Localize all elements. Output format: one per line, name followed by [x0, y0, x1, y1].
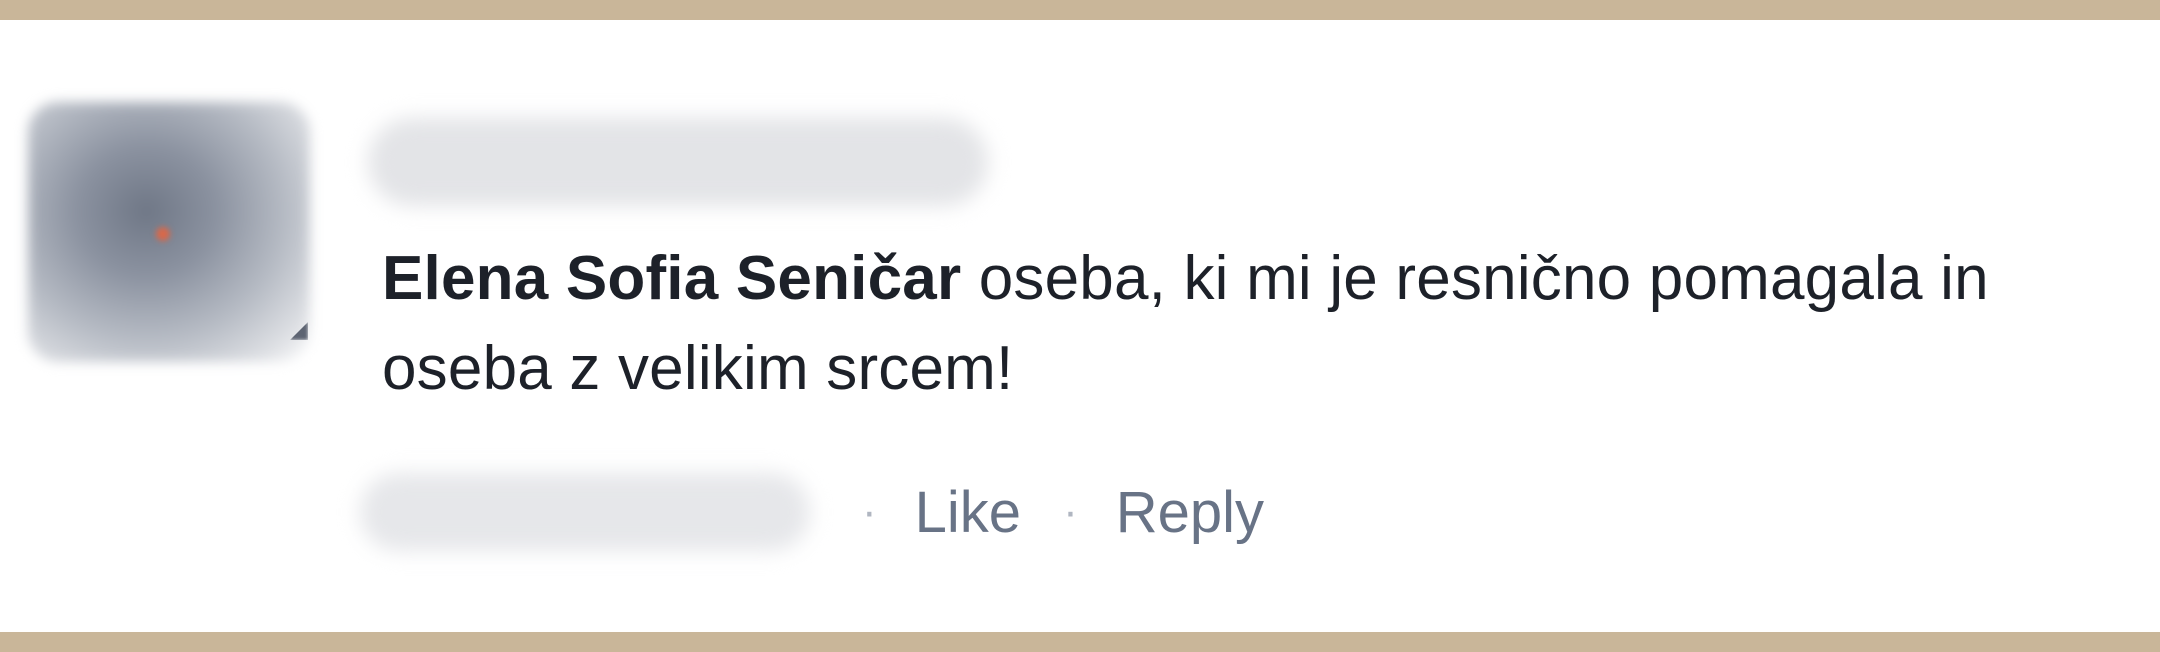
like-button[interactable]: Like — [915, 479, 1021, 546]
comment-actions: · Like · Reply — [360, 472, 1264, 552]
action-separator: · — [862, 487, 877, 536]
action-separator: · — [1063, 487, 1078, 536]
redacted-timestamp — [360, 473, 810, 551]
avatar-detail — [156, 227, 170, 241]
comment-body: Elena Sofia Seničar oseba, ki mi je resn… — [382, 234, 2082, 414]
mentioned-user-link[interactable]: Elena Sofia Seničar — [382, 244, 961, 313]
comment-card: Elena Sofia Seničar oseba, ki mi je resn… — [0, 20, 2160, 632]
reply-button[interactable]: Reply — [1116, 479, 1264, 546]
redacted-commenter-name — [368, 118, 988, 206]
